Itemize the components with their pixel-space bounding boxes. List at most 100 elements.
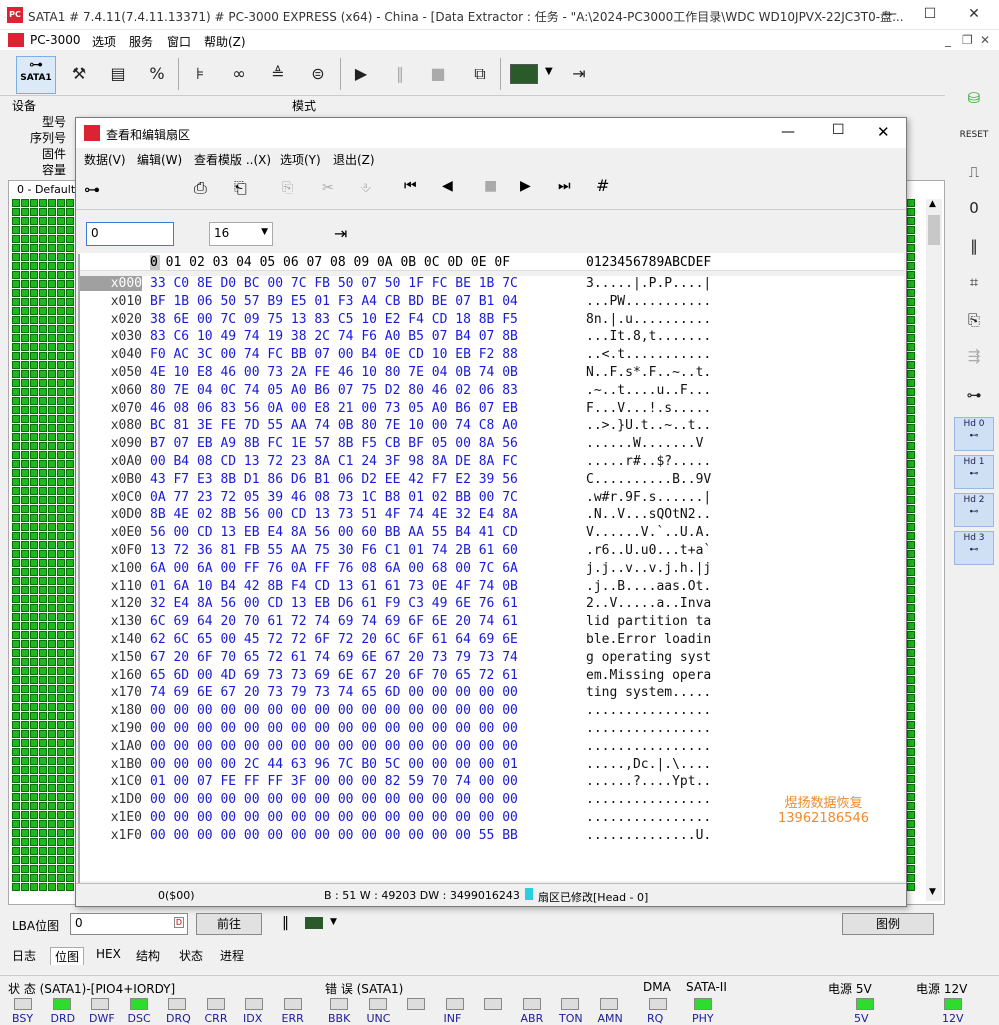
- row-ascii[interactable]: ble.Error loadin: [586, 632, 711, 647]
- minimize-icon[interactable]: —: [882, 6, 898, 22]
- hex-row[interactable]: x0F0 13 72 36 81 FB 55 AA 75 30 F6 C1 01 …: [78, 543, 904, 561]
- row-hex-bytes[interactable]: BC 81 3E FE 7D 55 AA 74 0B 80 7E 10 00 7…: [150, 418, 518, 433]
- hex-row[interactable]: x190 00 00 00 00 00 00 00 00 00 00 00 00 …: [78, 721, 904, 739]
- exit-icon[interactable]: ⇥: [565, 60, 593, 88]
- columns-select[interactable]: 16 ▼: [209, 222, 273, 246]
- exit-icon[interactable]: ⇥: [334, 224, 347, 243]
- row-ascii[interactable]: ................: [586, 810, 711, 825]
- database-icon[interactable]: ⛁: [954, 83, 994, 113]
- menu-help[interactable]: 帮助(Z): [204, 33, 246, 50]
- hex-row[interactable]: x170 74 69 6E 67 20 73 79 73 74 65 6D 00 …: [78, 685, 904, 703]
- row-ascii[interactable]: .j..B....aas.Ot.: [586, 579, 711, 594]
- menu-window[interactable]: 窗口: [167, 33, 191, 50]
- row-hex-bytes[interactable]: F0 AC 3C 00 74 FC BB 07 00 B4 0E CD 10 E…: [150, 347, 518, 362]
- dialog-close-icon[interactable]: ✕: [877, 123, 890, 141]
- network-icon[interactable]: ⌗: [954, 267, 994, 297]
- row-hex-bytes[interactable]: 00 00 00 00 00 00 00 00 00 00 00 00 00 0…: [150, 828, 518, 843]
- hex-row[interactable]: x0D0 8B 4E 02 8B 56 00 CD 13 73 51 4F 74 …: [78, 507, 904, 525]
- stop-icon[interactable]: ■: [424, 60, 452, 88]
- hex-row[interactable]: x010 BF 1B 06 50 57 B9 E5 01 F3 A4 CB BD …: [78, 294, 904, 312]
- dialog-minimize-icon[interactable]: —: [781, 124, 795, 140]
- decimal-toggle-icon[interactable]: D: [173, 917, 184, 928]
- mdi-close-icon[interactable]: ✕: [980, 33, 990, 47]
- row-ascii[interactable]: N..F.s*.F..~..t.: [586, 365, 711, 380]
- reset-icon[interactable]: RESET: [954, 120, 994, 150]
- hex-row[interactable]: x1C0 01 00 07 FE FF FF 3F 00 00 00 82 59 …: [78, 774, 904, 792]
- pause-side-icon[interactable]: ‖: [954, 231, 994, 261]
- row-ascii[interactable]: .N..V...sQOtN2..: [586, 507, 711, 522]
- row-ascii[interactable]: ..............U.: [586, 828, 711, 843]
- row-hex-bytes[interactable]: 01 6A 10 B4 42 8B F4 CD 13 61 61 73 0E 4…: [150, 579, 518, 594]
- pause-icon[interactable]: ‖: [386, 60, 414, 88]
- row-hex-bytes[interactable]: 00 00 00 00 00 00 00 00 00 00 00 00 00 0…: [150, 792, 518, 807]
- binoculars-icon[interactable]: ∞: [225, 60, 253, 88]
- dialog-maximize-icon[interactable]: ☐: [832, 122, 845, 138]
- row-hex-bytes[interactable]: 74 69 6E 67 20 73 79 73 74 65 6D 00 00 0…: [150, 685, 518, 700]
- tab-process[interactable]: 进程: [220, 947, 244, 964]
- hex-row[interactable]: x090 B7 07 EB A9 8B FC 1E 57 8B F5 CB BF …: [78, 436, 904, 454]
- row-ascii[interactable]: .r6..U.u0...t+a`: [586, 543, 711, 558]
- tab-structure[interactable]: 结构: [136, 947, 160, 964]
- row-ascii[interactable]: ................: [586, 792, 711, 807]
- dialog-menu-exit[interactable]: 退出(Z): [333, 151, 375, 168]
- dialog-menu-edit[interactable]: 编辑(W): [137, 151, 182, 168]
- hex-row[interactable]: x0C0 0A 77 23 72 05 39 46 08 73 1C B8 01 …: [78, 490, 904, 508]
- row-hex-bytes[interactable]: 00 00 00 00 00 00 00 00 00 00 00 00 00 0…: [150, 703, 518, 718]
- percent-icon[interactable]: %: [143, 60, 171, 88]
- save-sector-icon[interactable]: ⎙: [194, 178, 207, 198]
- lba-input[interactable]: 0 D: [70, 913, 188, 935]
- play-icon[interactable]: ▶: [347, 60, 375, 88]
- hex-row[interactable]: x070 46 08 06 83 56 0A 00 E8 21 00 73 05 …: [78, 401, 904, 419]
- close-icon[interactable]: ✕: [966, 6, 982, 22]
- menu-pc3000[interactable]: PC-3000: [30, 33, 80, 47]
- tab-status[interactable]: 状态: [179, 947, 203, 964]
- row-hex-bytes[interactable]: 46 08 06 83 56 0A 00 E8 21 00 73 05 A0 B…: [150, 401, 518, 416]
- prev-sector-icon[interactable]: ◀: [442, 178, 453, 194]
- hex-row[interactable]: x140 62 6C 65 00 45 72 72 6F 72 20 6C 6F …: [78, 632, 904, 650]
- row-hex-bytes[interactable]: 00 00 00 00 00 00 00 00 00 00 00 00 00 0…: [150, 739, 518, 754]
- row-hex-bytes[interactable]: 4E 10 E8 46 00 73 2A FE 46 10 80 7E 04 0…: [150, 365, 518, 380]
- connector-icon[interactable]: ⊶: [84, 180, 100, 199]
- row-hex-bytes[interactable]: 13 72 36 81 FB 55 AA 75 30 F6 C1 01 74 2…: [150, 543, 518, 558]
- connector-icon[interactable]: ⊶: [954, 380, 994, 410]
- copy-icon[interactable]: ⎘: [282, 180, 293, 196]
- dialog-menu-data[interactable]: 数据(V): [84, 151, 126, 168]
- disk-icon[interactable]: ⊜: [304, 60, 332, 88]
- head-0-button[interactable]: Hd 0 ⊷: [954, 417, 994, 451]
- sector-offset-input[interactable]: 0: [86, 222, 174, 246]
- goto-button[interactable]: 前往: [196, 913, 262, 935]
- screen-icon[interactable]: [305, 917, 323, 929]
- scroll-down-icon[interactable]: ▼: [929, 887, 936, 897]
- tab-log[interactable]: 日志: [12, 947, 36, 964]
- legend-button[interactable]: 图例: [842, 913, 934, 935]
- row-ascii[interactable]: ..>.}U.t..~..t..: [586, 418, 711, 433]
- paste-icon[interactable]: ⎀: [360, 180, 371, 196]
- hex-row[interactable]: x000 33 C0 8E D0 BC 00 7C FB 50 07 50 1F …: [78, 276, 904, 294]
- hex-row[interactable]: x110 01 6A 10 B4 42 8B F4 CD 13 61 61 73 …: [78, 579, 904, 597]
- chip-icon[interactable]: ▤: [104, 60, 132, 88]
- tab-bitmap[interactable]: 位图: [50, 947, 85, 965]
- hex-row[interactable]: x150 67 20 6F 70 65 72 61 74 69 6E 67 20 …: [78, 650, 904, 668]
- row-ascii[interactable]: ting system.....: [586, 685, 711, 700]
- row-ascii[interactable]: .....r#..$?.....: [586, 454, 711, 469]
- tools-icon[interactable]: ⚒: [65, 60, 93, 88]
- first-sector-icon[interactable]: ⏮: [404, 178, 417, 194]
- row-ascii[interactable]: F...V...!.s.....: [586, 401, 711, 416]
- hex-row[interactable]: x040 F0 AC 3C 00 74 FC BB 07 00 B4 0E CD …: [78, 347, 904, 365]
- row-ascii[interactable]: C..........B..9V: [586, 472, 711, 487]
- chevron-down-icon[interactable]: ▼: [330, 917, 337, 927]
- next-sector-icon[interactable]: ▶: [520, 178, 531, 194]
- zero-icon[interactable]: 0: [954, 193, 994, 223]
- hex-row[interactable]: x1F0 00 00 00 00 00 00 00 00 00 00 00 00 …: [78, 828, 904, 846]
- row-hex-bytes[interactable]: B7 07 EB A9 8B FC 1E 57 8B F5 CB BF 05 0…: [150, 436, 518, 451]
- row-ascii[interactable]: 2..V.....a..Inva: [586, 596, 711, 611]
- menu-options[interactable]: 选项: [92, 33, 116, 50]
- row-ascii[interactable]: ................: [586, 721, 711, 736]
- hex-row[interactable]: x120 32 E4 8A 56 00 CD 13 EB D6 61 F9 C3 …: [78, 596, 904, 614]
- row-ascii[interactable]: V......V.`..U.A.: [586, 525, 711, 540]
- bitmap-scrollbar[interactable]: ▲ ▼: [926, 199, 942, 901]
- row-ascii[interactable]: j.j..v..v.j.h.|j: [586, 561, 711, 576]
- menu-service[interactable]: 服务: [129, 33, 153, 50]
- hex-row[interactable]: x1A0 00 00 00 00 00 00 00 00 00 00 00 00 …: [78, 739, 904, 757]
- screen-icon[interactable]: [510, 64, 538, 84]
